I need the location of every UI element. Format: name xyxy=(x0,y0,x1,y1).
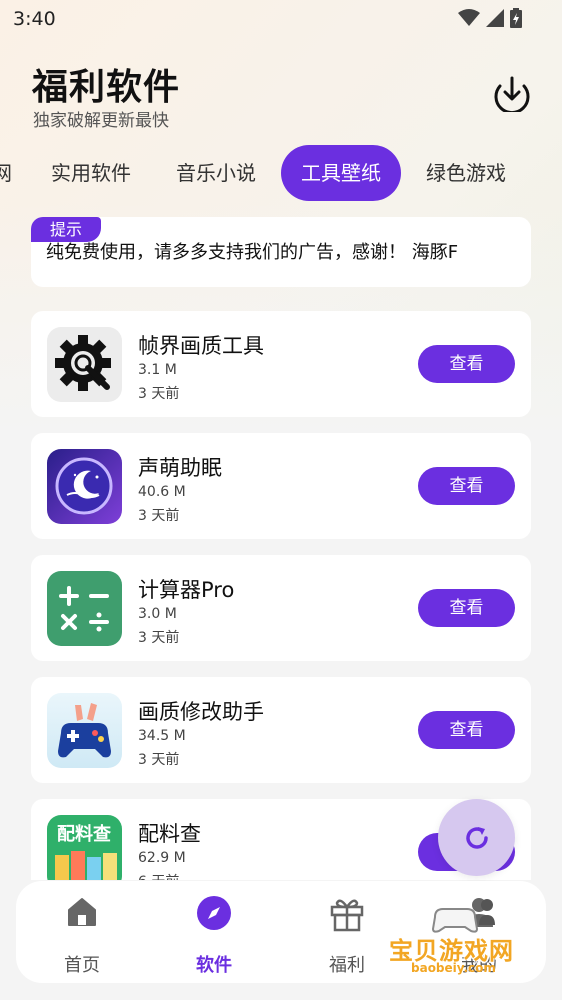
app-size: 34.5 M xyxy=(138,728,186,744)
app-size: 62.9 M xyxy=(138,850,186,866)
app-name: 计算器Pro xyxy=(138,578,235,602)
calculator-icon xyxy=(47,571,122,646)
view-button[interactable]: 查看 xyxy=(418,467,515,505)
compass-icon xyxy=(197,896,231,930)
app-updated-time: 6 天前 xyxy=(138,871,179,880)
app-name: 画质修改助手 xyxy=(138,700,264,724)
watermark-url: baobeiy.com xyxy=(411,961,496,975)
moon-sleep-icon xyxy=(47,449,122,524)
app-list: 帧界画质工具 3.1 M 3 天前 查看 声萌助眠 40.6 M 3 天前 查看 xyxy=(0,0,562,880)
app-updated-time: 3 天前 xyxy=(138,752,180,768)
app-updated-time: 3 天前 xyxy=(138,508,180,524)
app-list-item[interactable]: 计算器Pro 3.0 M 3 天前 查看 xyxy=(31,555,531,661)
app-name: 帧界画质工具 xyxy=(138,334,264,358)
view-button[interactable]: 查看 xyxy=(418,711,515,749)
ingredient-icon-text: 配料查 xyxy=(57,823,111,845)
home-icon xyxy=(68,898,96,926)
app-list-item[interactable]: 画质修改助手 34.5 M 3 天前 查看 xyxy=(31,677,531,783)
view-button[interactable]: 查看 xyxy=(418,589,515,627)
gift-icon xyxy=(330,899,364,932)
ingredient-icon: 配料查 xyxy=(47,815,122,880)
gamepad-logo-icon xyxy=(431,899,495,933)
app-list-item[interactable]: 帧界画质工具 3.1 M 3 天前 查看 xyxy=(31,311,531,417)
nav-label: 福利 xyxy=(329,955,365,976)
watermark: 宝贝游戏网 baobeiy.com xyxy=(383,895,533,995)
app-name: 声萌助眠 xyxy=(138,456,222,480)
view-button[interactable]: 查看 xyxy=(418,345,515,383)
refresh-button[interactable] xyxy=(438,799,515,876)
app-list-item[interactable]: 声萌助眠 40.6 M 3 天前 查看 xyxy=(31,433,531,539)
nav-item-software[interactable]: 软件 xyxy=(169,881,259,983)
refresh-icon xyxy=(466,827,488,849)
gamepad-icon xyxy=(47,693,122,768)
app-size: 3.0 M xyxy=(138,606,177,622)
app-size: 40.6 M xyxy=(138,484,186,500)
nav-item-home[interactable]: 首页 xyxy=(37,881,127,983)
app-size: 3.1 M xyxy=(138,362,177,378)
app-updated-time: 3 天前 xyxy=(138,386,180,402)
app-updated-time: 3 天前 xyxy=(138,630,180,646)
app-name: 配料查 xyxy=(138,822,201,846)
nav-item-welfare[interactable]: 福利 xyxy=(302,881,392,983)
gear-magnifier-icon xyxy=(47,327,122,402)
nav-label: 首页 xyxy=(64,955,100,976)
nav-label: 软件 xyxy=(196,955,232,976)
